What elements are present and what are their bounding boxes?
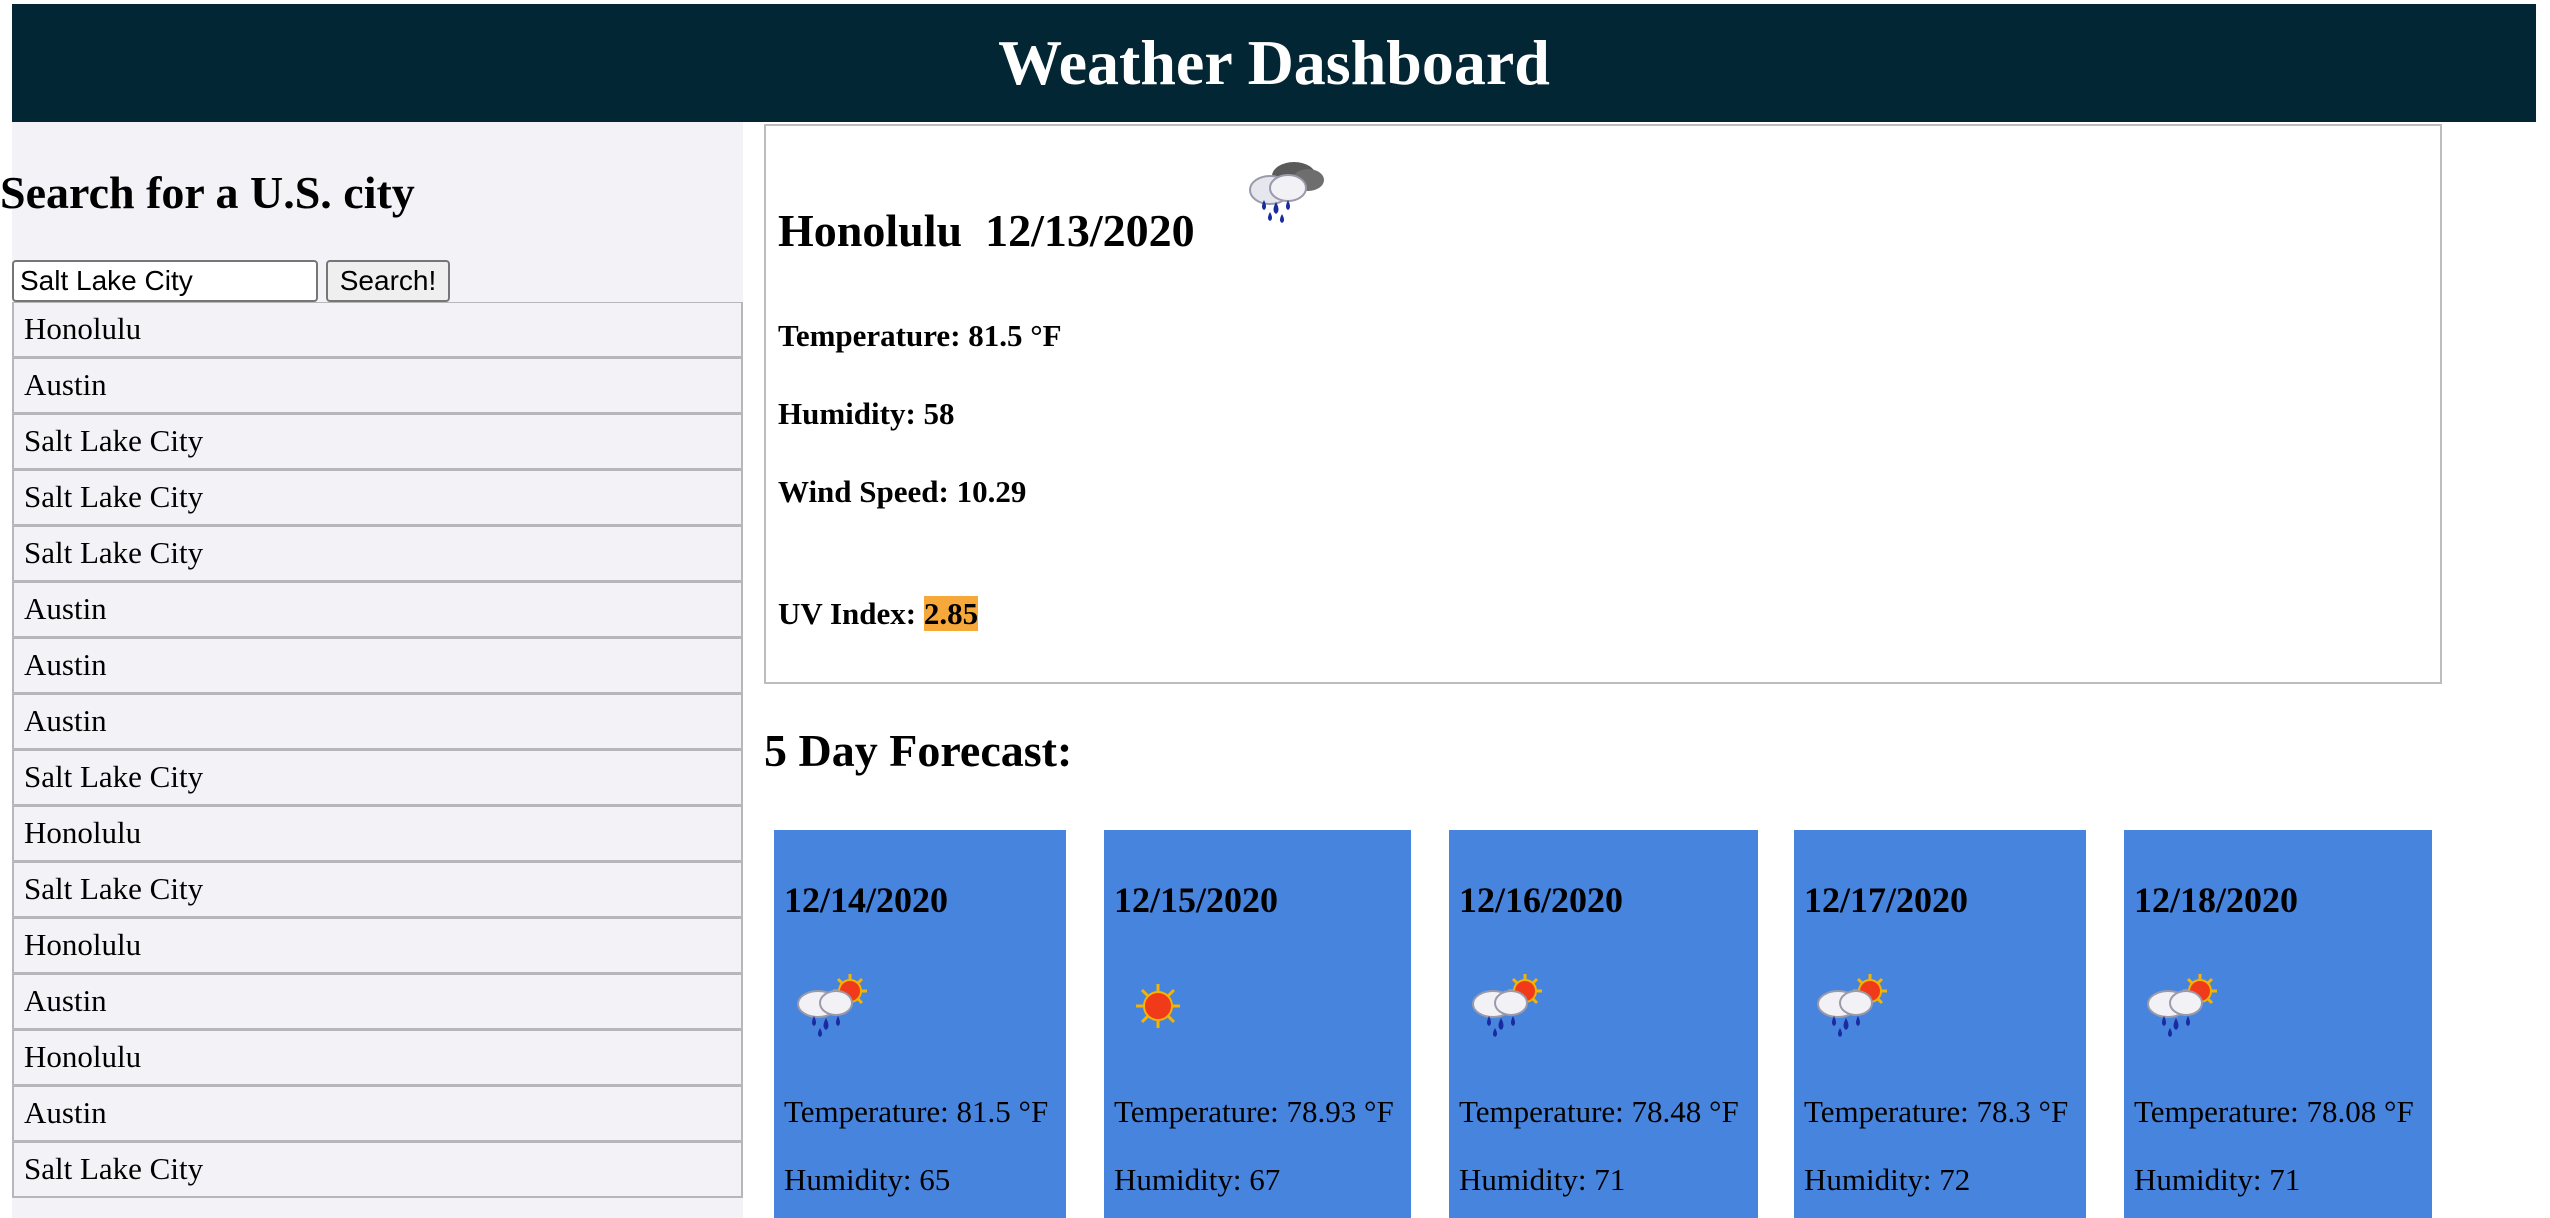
current-date: 12/13/2020 bbox=[985, 205, 1195, 256]
search-history-list: Honolulu Austin Salt Lake City Salt Lake… bbox=[12, 302, 743, 1198]
current-weather-panel: Honolulu 12/13/2020 Temperature: 81.5 °F… bbox=[764, 124, 2442, 684]
current-uv-index: UV Index: 2.85 bbox=[778, 594, 979, 634]
history-item[interactable]: Salt Lake City bbox=[12, 862, 743, 918]
forecast-date: 12/17/2020 bbox=[1804, 880, 1969, 920]
sun-rain-cloud-icon bbox=[1817, 974, 1887, 1037]
forecast-humidity: Humidity: 71 bbox=[2134, 1162, 2301, 1197]
forecast-temperature: Temperature: 78.3 °F bbox=[1804, 1094, 2069, 1129]
search-heading: Search for a U.S. city bbox=[0, 167, 415, 218]
forecast-card: 12/16/2020 Temperature: 78.48 °F Humidit… bbox=[1449, 830, 1758, 1218]
forecast-temperature: Temperature: 81.5 °F bbox=[784, 1094, 1049, 1129]
forecast-card: 12/15/2020 Temperature: 78.93 °F Humidit… bbox=[1104, 830, 1411, 1218]
forecast-date: 12/14/2020 bbox=[784, 880, 949, 920]
search-button[interactable]: Search! bbox=[326, 260, 450, 302]
history-item[interactable]: Austin bbox=[12, 694, 743, 750]
header-bar: Weather Dashboard bbox=[12, 4, 2536, 122]
sun-icon bbox=[1136, 984, 1180, 1028]
history-item[interactable]: Salt Lake City bbox=[12, 1142, 743, 1198]
forecast-card: 12/18/2020 Temperature: 78.08 °F Humidit… bbox=[2124, 830, 2432, 1218]
page-title: Weather Dashboard bbox=[998, 27, 1550, 98]
history-item[interactable]: Austin bbox=[12, 1086, 743, 1142]
forecast-card: 12/17/2020 Temperature: 78.3 °F Humidity… bbox=[1794, 830, 2086, 1218]
history-item[interactable]: Salt Lake City bbox=[12, 526, 743, 582]
history-item[interactable]: Salt Lake City bbox=[12, 470, 743, 526]
history-item[interactable]: Honolulu bbox=[12, 302, 743, 358]
history-item[interactable]: Salt Lake City bbox=[12, 414, 743, 470]
sun-rain-cloud-icon bbox=[2147, 974, 2217, 1037]
history-item[interactable]: Salt Lake City bbox=[12, 750, 743, 806]
sun-rain-cloud-icon bbox=[1472, 974, 1542, 1037]
uv-value-badge: 2.85 bbox=[923, 596, 979, 631]
forecast-humidity: Humidity: 67 bbox=[1114, 1162, 1281, 1197]
current-wind-speed: Wind Speed: 10.29 bbox=[778, 474, 1027, 509]
forecast-temperature: Temperature: 78.08 °F bbox=[2134, 1094, 2414, 1129]
forecast-date: 12/15/2020 bbox=[1114, 880, 1279, 920]
forecast-humidity: Humidity: 65 bbox=[784, 1162, 951, 1197]
forecast-card: 12/14/2020 Temperature: 81.5 °F Humidity… bbox=[774, 830, 1066, 1218]
uv-label: UV Index: bbox=[778, 596, 924, 631]
history-item[interactable]: Austin bbox=[12, 974, 743, 1030]
history-item[interactable]: Honolulu bbox=[12, 918, 743, 974]
forecast-date: 12/18/2020 bbox=[2134, 880, 2299, 920]
forecast-temperature: Temperature: 78.48 °F bbox=[1459, 1094, 1739, 1129]
history-item[interactable]: Honolulu bbox=[12, 806, 743, 862]
forecast-humidity: Humidity: 72 bbox=[1804, 1162, 1971, 1197]
current-temperature: Temperature: 81.5 °F bbox=[778, 318, 1062, 353]
forecast-heading: 5 Day Forecast: bbox=[764, 725, 1073, 776]
rain-cloud-icon bbox=[1249, 162, 1324, 223]
current-humidity: Humidity: 58 bbox=[778, 396, 955, 431]
current-city-name: Honolulu bbox=[778, 205, 963, 256]
forecast-date: 12/16/2020 bbox=[1459, 880, 1624, 920]
history-item[interactable]: Austin bbox=[12, 638, 743, 694]
history-item[interactable]: Austin bbox=[12, 582, 743, 638]
history-item[interactable]: Austin bbox=[12, 358, 743, 414]
forecast-temperature: Temperature: 78.93 °F bbox=[1114, 1094, 1394, 1129]
forecast-humidity: Humidity: 71 bbox=[1459, 1162, 1626, 1197]
city-search-input[interactable] bbox=[12, 260, 318, 302]
sun-rain-cloud-icon bbox=[797, 974, 867, 1037]
current-city-title: Honolulu 12/13/2020 bbox=[778, 176, 1195, 286]
history-item[interactable]: Honolulu bbox=[12, 1030, 743, 1086]
